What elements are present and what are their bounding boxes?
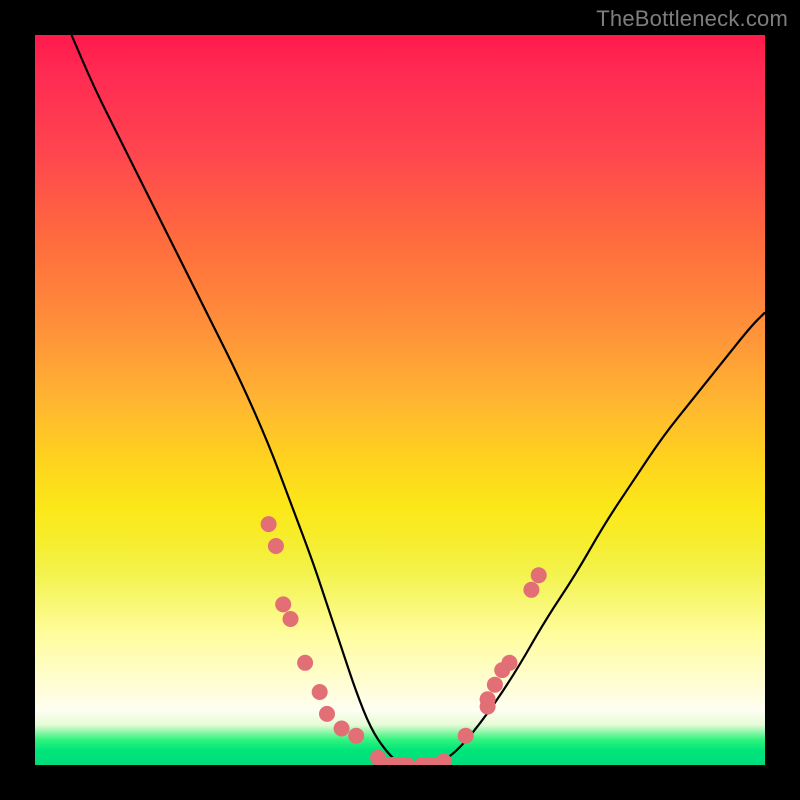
chart-frame: TheBottleneck.com (0, 0, 800, 800)
marker-dot (261, 516, 277, 532)
marker-dot (523, 582, 539, 598)
marker-group (261, 516, 547, 765)
marker-dot (458, 728, 474, 744)
marker-dot (334, 721, 350, 737)
marker-dot (348, 728, 364, 744)
bottleneck-curve (72, 35, 766, 765)
marker-dot (502, 655, 518, 671)
curve-layer (35, 35, 765, 765)
marker-dot (268, 538, 284, 554)
plot-area (35, 35, 765, 765)
marker-dot (319, 706, 335, 722)
marker-dot (531, 567, 547, 583)
marker-dot (487, 677, 503, 693)
marker-dot (297, 655, 313, 671)
marker-dot (275, 596, 291, 612)
marker-dot (480, 691, 496, 707)
marker-dot (312, 684, 328, 700)
marker-dot (283, 611, 299, 627)
watermark-text: TheBottleneck.com (596, 6, 788, 32)
